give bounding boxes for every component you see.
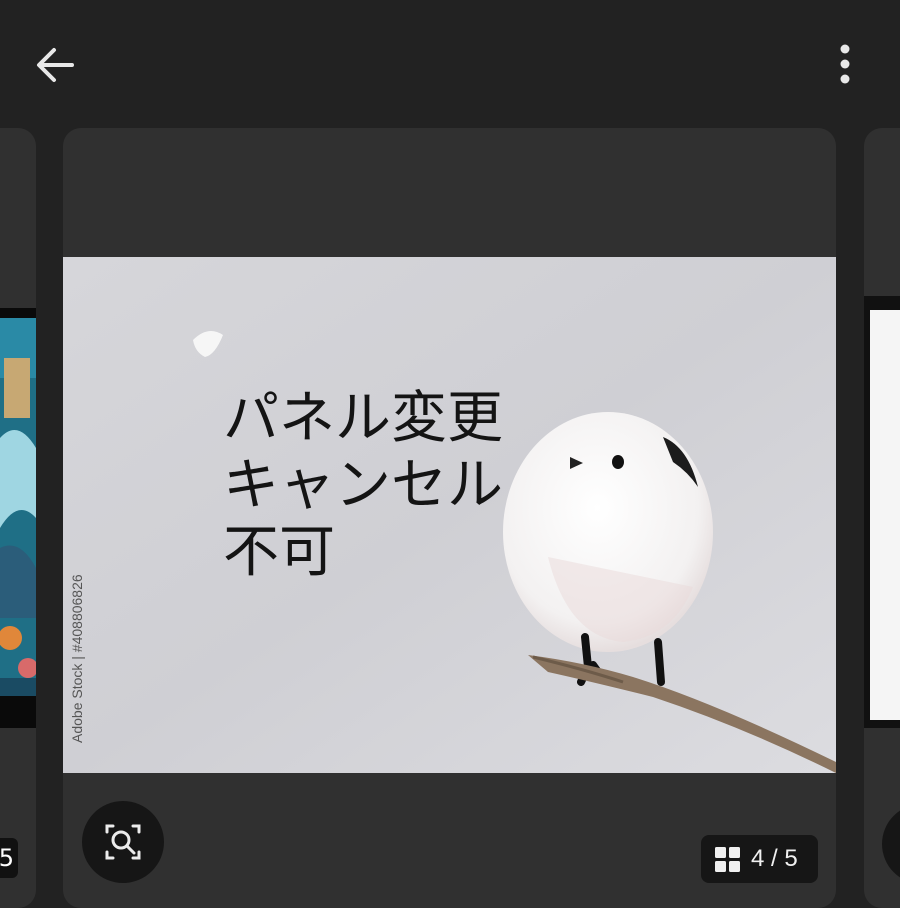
next-image-art — [870, 310, 900, 720]
previous-image-card[interactable]: 5 — [0, 128, 36, 908]
back-button[interactable] — [30, 40, 80, 90]
next-image-card[interactable] — [864, 128, 900, 908]
image-counter-button[interactable]: 4 / 5 — [701, 835, 818, 883]
previous-image — [0, 308, 36, 728]
next-image — [864, 296, 900, 728]
arrow-left-icon — [37, 48, 74, 82]
overlay-caption: パネル変更 キャンセル 不可 — [223, 385, 543, 586]
image-counter-text: 4 / 5 — [751, 845, 798, 872]
more-vert-icon — [840, 44, 850, 84]
image-card: パネル変更 キャンセル 不可 Adobe Stock | #408806826 … — [63, 128, 836, 908]
top-app-bar — [0, 0, 900, 128]
image-search-button[interactable] — [82, 801, 164, 883]
grid-icon — [715, 847, 740, 872]
caption-line-2: キャンセル — [223, 453, 503, 518]
listing-photo[interactable]: パネル変更 キャンセル 不可 Adobe Stock | #408806826 — [63, 257, 836, 773]
stock-watermark: Adobe Stock | #408806826 — [69, 574, 85, 743]
caption-line-3: 不可 — [223, 520, 335, 585]
next-image-search-button[interactable] — [882, 804, 900, 884]
caption-line-1: パネル変更 — [223, 386, 503, 451]
more-options-button[interactable] — [825, 40, 865, 90]
image-search-icon — [105, 824, 141, 860]
previous-counter-badge: 5 — [0, 838, 18, 878]
